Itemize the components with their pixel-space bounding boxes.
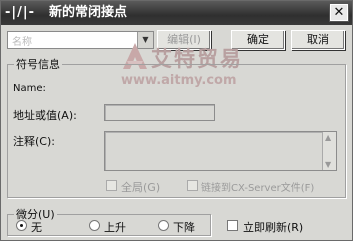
radio-down[interactable] (158, 220, 169, 231)
radio-none-label: 无 (31, 221, 42, 234)
close-icon: ✕ (333, 5, 345, 20)
refresh-label: 立即刷新(R) (243, 221, 304, 234)
radio-up[interactable] (89, 220, 100, 231)
comment-field[interactable]: ▲ ▼ (104, 131, 337, 171)
link-label: 链接到CX-Server文件(F) (201, 183, 315, 194)
name-label: Name: (13, 83, 46, 94)
global-label: 全局(G) (121, 181, 161, 194)
close-button[interactable]: ✕ (329, 3, 349, 22)
symbol-info-group: 符号信息 (7, 56, 346, 198)
global-checkbox[interactable] (106, 180, 117, 191)
comment-scrollbar[interactable]: ▲ ▼ (322, 132, 336, 170)
comment-label: 注释(C): (13, 135, 55, 148)
scroll-up-icon[interactable]: ▲ (325, 133, 331, 142)
combo-value: 名称 (12, 37, 32, 48)
symbol-info-legend: 符号信息 (16, 58, 60, 71)
title-bar[interactable]: -|/|- 新的常闭接点 ✕ (1, 1, 352, 25)
address-label: 地址或值(A): (13, 109, 77, 122)
link-checkbox[interactable] (187, 180, 198, 191)
radio-down-label: 下降 (173, 221, 195, 234)
radio-up-label: 上升 (104, 221, 126, 234)
scroll-down-icon[interactable]: ▼ (325, 160, 331, 169)
dialog-title: 新的常闭接点 (49, 5, 128, 20)
dialog-window: -|/|- 新的常闭接点 ✕ 名称 ▼ 编辑(I) 确定 取消 艾特贸易 www… (0, 0, 353, 241)
refresh-checkbox[interactable] (227, 220, 238, 231)
contact-icon: -|/|- (5, 5, 36, 20)
address-field[interactable] (104, 104, 215, 121)
radio-none[interactable] (16, 220, 27, 231)
